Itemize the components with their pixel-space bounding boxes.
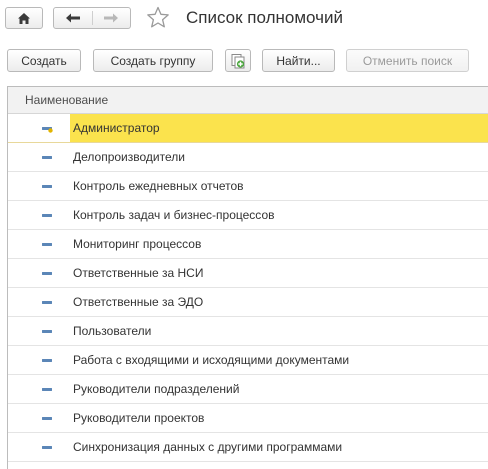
cancel-search-button[interactable]: Отменить поиск bbox=[346, 49, 469, 72]
top-navigation-bar: Список полномочий bbox=[0, 0, 488, 40]
list-item[interactable]: Синхронизация данных с другими программа… bbox=[8, 433, 488, 462]
list-item-label: Администратор bbox=[70, 114, 488, 142]
list-item-label: Ответственные за НСИ bbox=[73, 266, 204, 280]
list-item[interactable]: Пользователи bbox=[8, 317, 488, 346]
create-group-button[interactable]: Создать группу bbox=[93, 49, 213, 72]
list-item[interactable]: Контроль ежедневных отчетов bbox=[8, 172, 488, 201]
list-item[interactable]: Контроль задач и бизнес-процессов bbox=[8, 201, 488, 230]
favorite-button[interactable] bbox=[146, 6, 170, 34]
list-item-label: Руководители подразделений bbox=[73, 382, 240, 396]
dash-item-icon bbox=[42, 388, 52, 391]
list-item[interactable]: Работа с входящими и исходящими документ… bbox=[8, 346, 488, 375]
authorities-list: Наименование Администратор Делопроизводи… bbox=[7, 86, 488, 469]
list-item-label: Контроль ежедневных отчетов bbox=[73, 179, 244, 193]
list-item-label: Контроль задач и бизнес-процессов bbox=[73, 208, 275, 222]
list-item-label: Мониторинг процессов bbox=[73, 237, 202, 251]
page-title: Список полномочий bbox=[186, 8, 343, 27]
arrow-right-icon bbox=[104, 13, 119, 23]
list-body: Администратор Делопроизводители Контроль… bbox=[8, 114, 488, 462]
dash-item-icon bbox=[42, 127, 53, 133]
dash-item-icon bbox=[42, 156, 52, 159]
dash-item-icon bbox=[42, 185, 52, 188]
list-item[interactable]: Руководители подразделений bbox=[8, 375, 488, 404]
list-item[interactable]: Руководители проектов bbox=[8, 404, 488, 433]
arrow-left-icon bbox=[65, 13, 80, 23]
home-button[interactable] bbox=[5, 7, 43, 29]
home-icon bbox=[18, 12, 30, 24]
list-item-label: Руководители проектов bbox=[73, 411, 205, 425]
history-navigation bbox=[53, 7, 131, 29]
list-item[interactable]: Ответственные за ЭДО bbox=[8, 288, 488, 317]
find-button[interactable]: Найти... bbox=[262, 49, 335, 72]
forward-button[interactable] bbox=[92, 8, 130, 28]
column-header-name[interactable]: Наименование bbox=[8, 87, 488, 114]
copy-add-icon bbox=[231, 53, 245, 68]
dash-item-icon bbox=[42, 359, 52, 362]
list-item[interactable]: Мониторинг процессов bbox=[8, 230, 488, 259]
list-item-label: Пользователи bbox=[73, 324, 152, 338]
dash-item-icon bbox=[42, 446, 52, 449]
create-button[interactable]: Создать bbox=[7, 49, 81, 72]
dash-item-icon bbox=[42, 301, 52, 304]
dash-item-icon bbox=[42, 417, 52, 420]
list-item[interactable]: Ответственные за НСИ bbox=[8, 259, 488, 288]
list-item-label: Работа с входящими и исходящими документ… bbox=[73, 353, 350, 367]
star-outline-icon bbox=[147, 6, 169, 28]
dash-item-icon bbox=[42, 243, 52, 246]
dash-item-icon bbox=[42, 214, 52, 217]
list-item-label: Ответственные за ЭДО bbox=[73, 295, 204, 309]
column-header-label: Наименование bbox=[25, 93, 109, 107]
dash-item-icon bbox=[42, 330, 52, 333]
copy-button[interactable] bbox=[225, 49, 251, 72]
dash-item-icon bbox=[42, 272, 52, 275]
list-item[interactable]: Делопроизводители bbox=[8, 143, 488, 172]
list-item-label: Делопроизводители bbox=[73, 150, 185, 164]
back-button[interactable] bbox=[54, 8, 92, 28]
list-item[interactable]: Администратор bbox=[8, 114, 488, 143]
command-bar: Создать Создать группу Найти... Отменить… bbox=[0, 47, 488, 75]
list-item-label: Синхронизация данных с другими программа… bbox=[73, 440, 343, 454]
